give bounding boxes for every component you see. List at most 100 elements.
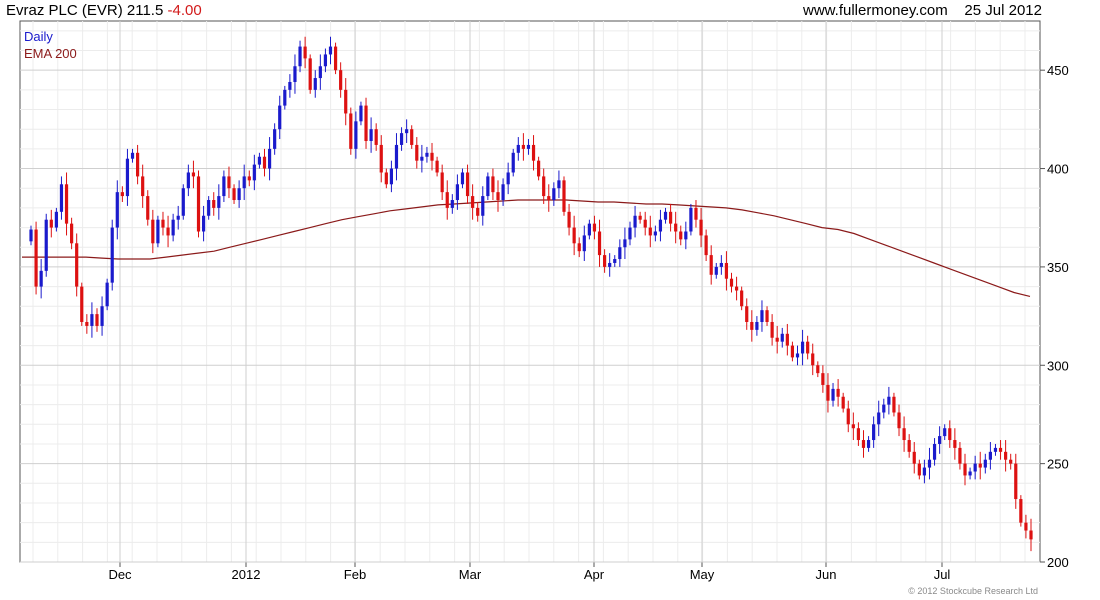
candle-body — [110, 227, 114, 283]
candle-body — [496, 192, 500, 201]
candle-body — [597, 231, 602, 256]
candle-body — [283, 89, 287, 106]
candle-body — [207, 200, 211, 216]
candle-body — [318, 66, 322, 79]
candle-body — [663, 211, 668, 220]
price-chart: Dec 2012 Feb Mar Apr May Jun Jul 200 250 300 350 400… — [19, 20, 1069, 582]
candle-body — [435, 160, 439, 173]
candle-body — [689, 207, 693, 232]
candle-body — [729, 278, 734, 287]
candle-body — [968, 471, 972, 476]
candle-body — [399, 133, 404, 145]
candle-body — [643, 219, 647, 228]
candle-body — [724, 262, 729, 279]
candle-body — [100, 306, 104, 326]
candle-body — [278, 105, 282, 130]
candle-body — [790, 345, 795, 358]
candle-body — [75, 243, 79, 287]
candle-body — [953, 440, 957, 448]
candle-body — [562, 180, 566, 212]
candle-body — [141, 176, 145, 197]
candle-body — [694, 207, 698, 220]
candle-body — [262, 156, 267, 169]
candle-body — [765, 310, 769, 322]
candle-body — [486, 176, 490, 197]
candle-body — [592, 223, 597, 232]
candle-body — [668, 211, 673, 224]
candle-body — [212, 200, 216, 208]
y-tick-label: 400 — [1047, 162, 1069, 177]
candle-body — [267, 148, 272, 169]
candle-body — [196, 176, 201, 232]
candle-body — [856, 428, 861, 441]
candle-body — [927, 459, 932, 468]
candle-body — [49, 219, 53, 228]
candle-body — [151, 219, 155, 244]
candle-body — [846, 408, 850, 425]
candle-body — [775, 337, 779, 342]
candle-body — [308, 58, 312, 90]
candle-body — [491, 176, 495, 193]
candle-body — [811, 353, 815, 366]
candle-body — [719, 262, 723, 267]
candle-body — [993, 447, 998, 452]
candle-body — [34, 229, 38, 287]
candle-body — [537, 160, 541, 177]
candle-body — [430, 152, 434, 161]
candle-body — [1004, 451, 1008, 460]
candle-body — [567, 211, 571, 228]
x-tick-label: Feb — [344, 567, 366, 582]
candle-body — [252, 164, 256, 181]
candle-body — [227, 176, 231, 189]
candle-body — [445, 192, 449, 208]
candle-body — [623, 239, 627, 248]
candle-body — [831, 388, 835, 401]
candle-body — [943, 428, 947, 437]
candle-body — [105, 282, 109, 307]
candle-body — [181, 188, 185, 216]
candle-body — [465, 172, 470, 197]
candle-body — [714, 266, 718, 275]
candle-body — [344, 89, 348, 114]
candle-body — [95, 314, 99, 326]
x-tick-label: Jun — [816, 567, 837, 582]
candle-body — [1019, 499, 1023, 523]
candle-body — [237, 188, 241, 201]
candle-body — [770, 321, 774, 338]
candle-body — [349, 113, 353, 149]
candle-body — [877, 412, 881, 425]
y-tick-label: 200 — [1047, 555, 1069, 570]
x-tick-label: May — [690, 567, 715, 582]
candle-body — [734, 286, 739, 291]
candle-body — [653, 231, 657, 236]
candle-body — [364, 105, 368, 142]
candle-body — [902, 428, 906, 441]
candle-body — [948, 428, 952, 441]
x-tick-label: 2012 — [232, 567, 261, 582]
candle-body — [821, 373, 825, 385]
candle-body — [506, 172, 510, 185]
candle-body — [740, 290, 744, 307]
candle-body — [552, 188, 556, 201]
candle-body — [882, 404, 886, 413]
copyright-text: © 2012 Stockcube Research Ltd — [908, 586, 1038, 596]
candle-body — [907, 440, 911, 452]
candle-body — [405, 129, 409, 134]
candle-body — [80, 286, 84, 322]
candle-body — [425, 152, 429, 157]
candle-body — [998, 447, 1003, 452]
candle-body — [800, 341, 805, 354]
candle-body — [872, 424, 876, 441]
candle-body — [161, 219, 165, 228]
candle-body — [1009, 459, 1013, 464]
candle-body — [526, 144, 531, 149]
candle-body — [1024, 522, 1028, 531]
candle-body — [359, 105, 363, 122]
candle-body — [166, 227, 170, 236]
x-tick-label: Dec — [108, 567, 132, 582]
candle-body — [638, 215, 642, 220]
y-tick-label: 450 — [1047, 63, 1069, 78]
candle-body — [460, 172, 465, 185]
candle-body — [476, 207, 480, 216]
candle-body — [420, 156, 424, 161]
